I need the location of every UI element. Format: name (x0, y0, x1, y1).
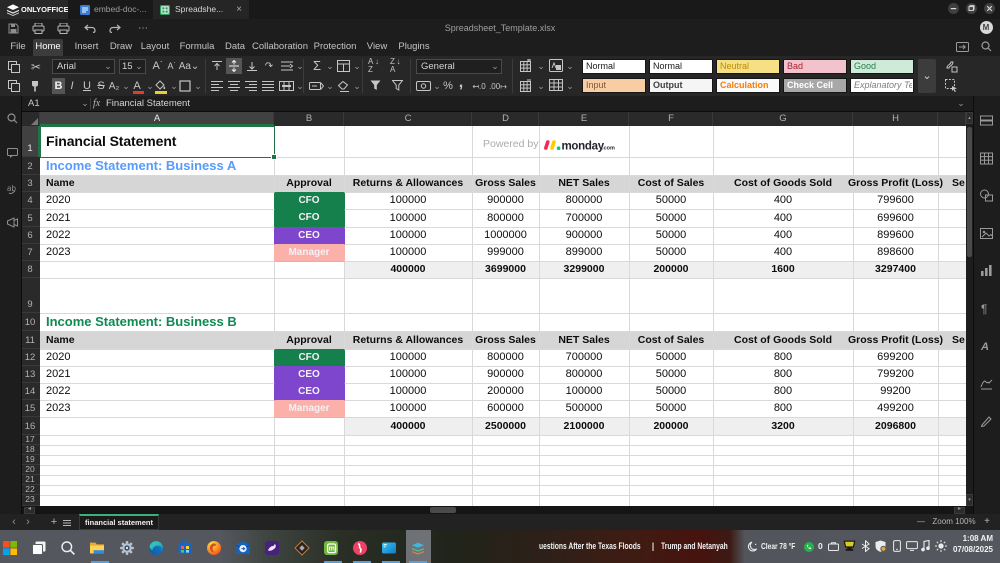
svg-text:monday: monday (562, 140, 605, 152)
svg-text:m: m (328, 545, 334, 552)
svg-text:A: A (980, 341, 989, 352)
svg-text:¶: ¶ (981, 302, 987, 315)
svg-text:.com: .com (602, 145, 615, 151)
svg-text:ab: ab (7, 184, 16, 193)
